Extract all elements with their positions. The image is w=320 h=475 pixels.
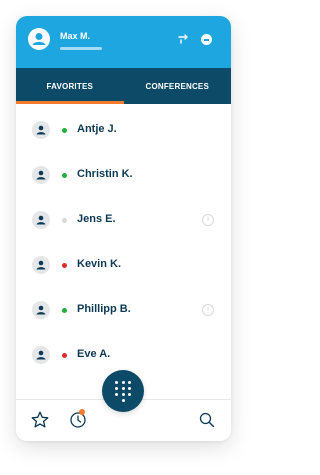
do-not-disturb-icon[interactable]: [201, 34, 212, 45]
dialpad-icon: [115, 381, 131, 402]
info-icon[interactable]: i: [202, 214, 214, 226]
contact-avatar-icon: [32, 346, 50, 364]
dialpad-button[interactable]: [102, 370, 144, 412]
tab-favorites[interactable]: FAVORITES: [16, 68, 124, 104]
contact-avatar-icon: [32, 166, 50, 184]
star-icon[interactable]: [30, 410, 50, 435]
contact-name: Kevin K.: [77, 258, 122, 270]
presence-indicator: [62, 128, 67, 133]
notification-badge: [79, 409, 85, 415]
contact-avatar-icon: [32, 121, 50, 139]
contact-row[interactable]: Christin K.: [16, 159, 231, 204]
presence-indicator: [62, 218, 67, 223]
search-icon[interactable]: [198, 411, 216, 434]
contact-row[interactable]: Kevin K.: [16, 249, 231, 294]
contact-row[interactable]: Antje J.: [16, 114, 231, 159]
info-icon[interactable]: i: [202, 304, 214, 316]
contact-name: Eve A.: [77, 348, 111, 360]
contact-name: Christin K.: [77, 168, 133, 180]
contact-list: Antje J. Christin K. Jens E. i Kevin K.: [16, 114, 231, 384]
phone-app: Max M. FAVORITES CONFERENCES Antje J. Ch…: [16, 16, 231, 441]
contact-avatar-icon: [32, 256, 50, 274]
tab-bar: FAVORITES CONFERENCES: [16, 68, 231, 104]
contact-avatar-icon: [32, 301, 50, 319]
contact-row[interactable]: Phillipp B. i: [16, 294, 231, 339]
call-forward-icon[interactable]: [177, 32, 191, 46]
presence-indicator: [62, 263, 67, 268]
presence-indicator: [62, 173, 67, 178]
presence-indicator: [62, 308, 67, 313]
user-avatar-icon[interactable]: [28, 28, 50, 50]
contact-row[interactable]: Jens E. i: [16, 204, 231, 249]
user-status-bar: [60, 47, 102, 50]
contact-name: Jens E.: [77, 213, 116, 225]
tab-conferences[interactable]: CONFERENCES: [124, 68, 232, 104]
contact-name: Antje J.: [77, 123, 117, 135]
app-header: Max M.: [16, 16, 231, 68]
presence-indicator: [62, 353, 67, 358]
contact-name: Phillipp B.: [77, 303, 131, 315]
clock-icon[interactable]: [68, 410, 88, 435]
contact-avatar-icon: [32, 211, 50, 229]
user-name: Max M.: [60, 31, 91, 41]
